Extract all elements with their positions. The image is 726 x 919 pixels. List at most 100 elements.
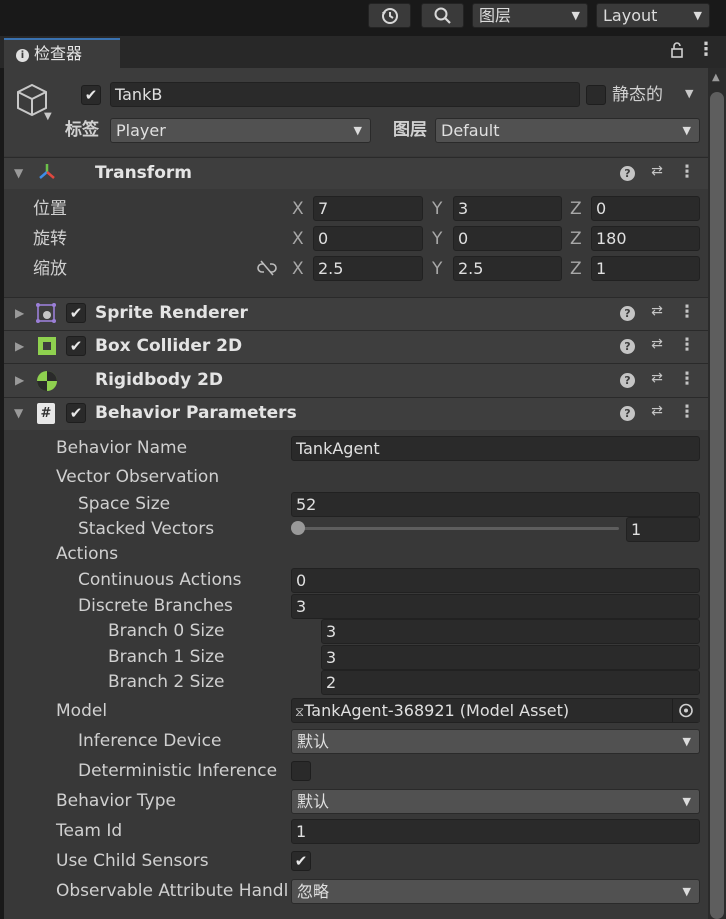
rotation-y-field[interactable]: 0	[453, 226, 562, 251]
layer-label: 图层	[393, 120, 427, 140]
presets-icon[interactable]: ⇄	[648, 303, 666, 319]
foldout-collapsed-icon[interactable]: ▶	[15, 306, 24, 320]
foldout-expanded-icon[interactable]: ▼	[14, 166, 23, 180]
stacked-vectors-field[interactable]: 1	[626, 517, 700, 542]
continuous-actions-field[interactable]: 0	[291, 568, 700, 593]
component-menu-icon[interactable]: ⋮	[678, 335, 696, 355]
help-icon[interactable]: ?	[620, 166, 635, 181]
layout-dropdown-label: Layout	[603, 6, 658, 25]
stacked-vectors-label: Stacked Vectors	[78, 519, 215, 539]
foldout-collapsed-icon[interactable]: ▶	[15, 373, 24, 387]
scale-z-field[interactable]: 1	[591, 256, 700, 281]
presets-icon[interactable]: ⇄	[648, 370, 666, 386]
transform-icon	[37, 162, 57, 186]
foldout-collapsed-icon[interactable]: ▶	[15, 339, 24, 353]
icon-dropdown-chevron-icon[interactable]: ▼	[44, 111, 52, 122]
presets-icon[interactable]: ⇄	[648, 336, 666, 352]
behavior-type-label: Behavior Type	[56, 791, 176, 811]
position-label: 位置	[33, 199, 67, 219]
component-menu-icon[interactable]: ⋮	[678, 402, 696, 422]
scrollbar-thumb[interactable]	[710, 92, 724, 919]
layer-dropdown-value: Default	[441, 121, 500, 140]
behavior-name-field[interactable]: TankAgent	[291, 436, 700, 461]
position-x-field[interactable]: 7	[313, 196, 423, 221]
tab-inspector[interactable]: i 检查器	[4, 38, 120, 68]
sprite-renderer-enabled-checkbox[interactable]: ✔	[66, 303, 86, 323]
rotation-x-axis: X	[292, 229, 304, 249]
layer-dropdown[interactable]: Default ▼	[435, 118, 700, 143]
tag-label: 标签	[65, 120, 99, 140]
static-dropdown-chevron-icon[interactable]: ▼	[685, 87, 693, 100]
component-menu-icon[interactable]: ⋮	[678, 302, 696, 322]
observable-attribute-handling-label: Observable Attribute Handl	[56, 881, 289, 901]
scroll-up-icon[interactable]: ▲	[712, 72, 720, 83]
branch-0-size-field[interactable]: 3	[321, 619, 700, 644]
branch-1-size-field[interactable]: 3	[321, 645, 700, 670]
object-picker-button[interactable]	[672, 699, 700, 722]
tag-dropdown[interactable]: Player ▼	[110, 118, 371, 143]
box-collider-title: Box Collider 2D	[95, 336, 243, 356]
behavior-type-value: 默认	[297, 792, 330, 811]
deterministic-inference-checkbox[interactable]	[291, 761, 311, 781]
layout-dropdown[interactable]: Layout ▼	[596, 3, 710, 28]
component-menu-icon[interactable]: ⋮	[678, 369, 696, 389]
model-object-field[interactable]: ⧖TankAgent-368921 (Model Asset)	[291, 698, 700, 723]
rigidbody-icon	[36, 370, 58, 396]
target-icon	[679, 703, 693, 718]
more-menu-icon[interactable]: ⋮	[697, 40, 715, 60]
sprite-renderer-icon	[36, 303, 56, 327]
observable-attribute-handling-dropdown[interactable]: 忽略 ▼	[291, 879, 700, 904]
lock-icon[interactable]	[670, 42, 684, 62]
unlink-icon[interactable]	[257, 260, 277, 280]
team-id-field[interactable]: 1	[291, 819, 700, 844]
deterministic-inference-label: Deterministic Inference	[78, 761, 278, 781]
branch-2-size-label: Branch 2 Size	[108, 672, 225, 692]
position-x-axis: X	[292, 199, 304, 219]
stacked-vectors-slider-track[interactable]	[295, 527, 619, 530]
vector-observation-label: Vector Observation	[56, 467, 220, 487]
team-id-label: Team Id	[56, 821, 123, 841]
search-icon	[434, 7, 451, 24]
space-size-label: Space Size	[78, 494, 171, 514]
branch-2-size-field[interactable]: 2	[321, 670, 700, 695]
chevron-down-icon: ▼	[682, 795, 691, 808]
inference-device-value: 默认	[297, 732, 330, 751]
rotation-x-field[interactable]: 0	[313, 226, 423, 251]
position-z-field[interactable]: 0	[591, 196, 700, 221]
help-icon[interactable]: ?	[620, 406, 635, 421]
discrete-branches-field[interactable]: 3	[291, 594, 700, 619]
inference-device-dropdown[interactable]: 默认 ▼	[291, 729, 700, 754]
scale-x-field[interactable]: 2.5	[313, 256, 423, 281]
active-checkbox[interactable]: ✔	[81, 85, 101, 105]
chevron-down-icon: ▼	[682, 124, 691, 137]
continuous-actions-label: Continuous Actions	[78, 570, 242, 590]
help-icon[interactable]: ?	[620, 373, 635, 388]
rotation-label: 旋转	[33, 229, 67, 249]
model-asset-icon: ⧖	[295, 705, 305, 720]
help-icon[interactable]: ?	[620, 306, 635, 321]
presets-icon[interactable]: ⇄	[648, 163, 666, 179]
help-icon[interactable]: ?	[620, 339, 635, 354]
rotation-z-field[interactable]: 180	[591, 226, 700, 251]
presets-icon[interactable]: ⇄	[648, 403, 666, 419]
search-button[interactable]	[421, 3, 464, 28]
static-checkbox[interactable]	[586, 85, 606, 105]
scale-x-axis: X	[292, 259, 304, 279]
transform-title: Transform	[95, 163, 192, 183]
branch-1-size-label: Branch 1 Size	[108, 647, 225, 667]
space-size-field[interactable]: 52	[291, 492, 700, 517]
box-collider-enabled-checkbox[interactable]: ✔	[66, 336, 86, 356]
chevron-down-icon: ▼	[693, 9, 702, 22]
behavior-parameters-enabled-checkbox[interactable]: ✔	[66, 403, 86, 423]
position-y-field[interactable]: 3	[453, 196, 562, 221]
stacked-vectors-slider-thumb[interactable]	[291, 521, 305, 535]
tab-title: 检查器	[34, 44, 83, 63]
behavior-type-dropdown[interactable]: 默认 ▼	[291, 789, 700, 814]
layers-dropdown[interactable]: 图层 ▼	[472, 3, 588, 28]
scale-y-field[interactable]: 2.5	[453, 256, 562, 281]
use-child-sensors-checkbox[interactable]: ✔	[291, 851, 311, 871]
component-menu-icon[interactable]: ⋮	[678, 162, 696, 182]
foldout-expanded-icon[interactable]: ▼	[14, 406, 23, 420]
history-button[interactable]	[368, 3, 411, 28]
object-name-field[interactable]: TankB	[110, 82, 580, 107]
